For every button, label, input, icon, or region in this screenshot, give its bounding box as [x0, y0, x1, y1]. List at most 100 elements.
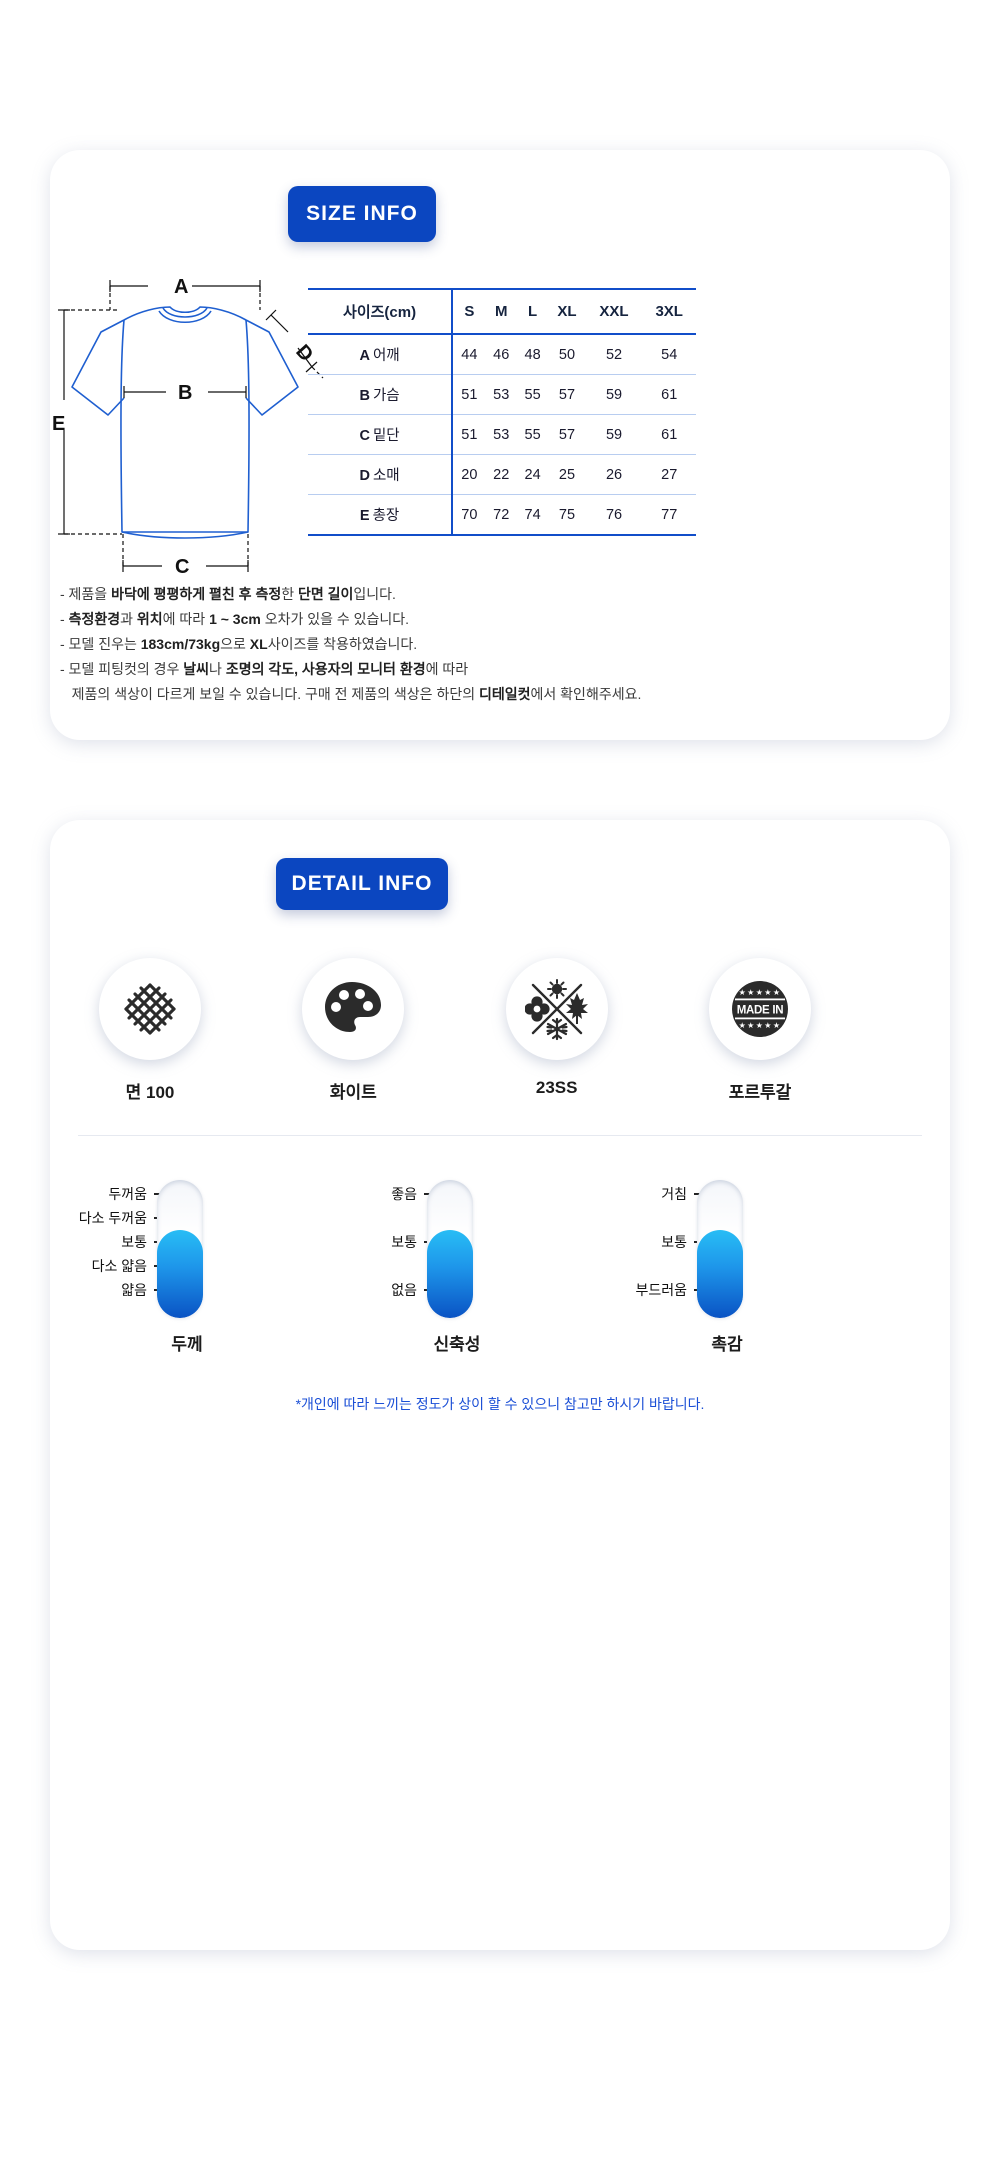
gauge-tick-text: 보통 — [391, 1234, 417, 1250]
diagram-label-c: C — [175, 556, 189, 578]
detail-icon-item-origin: ★★★★★ ★★★★★ MADE IN 포르투갈 — [685, 958, 835, 1103]
size-cell: 59 — [585, 414, 643, 455]
size-column-header: 3XL — [642, 288, 696, 335]
size-row-key: E — [359, 508, 370, 524]
size-row-label: B 가슴 — [308, 374, 454, 415]
size-cell: 51 — [452, 374, 486, 415]
size-cell: 20 — [452, 454, 486, 495]
size-note: - 측정환경과 위치에 따라 1 ~ 3cm 오차가 있을 수 있습니다. — [60, 611, 410, 627]
size-notes: - 제품을 바닥에 평평하게 펼친 후 측정한 단면 길이입니다. - 측정환경과… — [60, 582, 890, 707]
table-row: C 밑단 51 53 55 57 59 61 — [308, 414, 696, 455]
table-row: A 어깨 44 46 48 50 52 54 — [308, 334, 696, 375]
size-cell: 74 — [516, 494, 549, 536]
four-seasons-icon — [505, 958, 608, 1060]
detail-icon-label: 면 100 — [125, 1083, 175, 1102]
size-column-header: S — [452, 288, 486, 335]
detail-icon-label: 포르투갈 — [728, 1083, 792, 1102]
gauge-name: 신축성 — [433, 1335, 481, 1354]
size-row-key: D — [359, 468, 370, 484]
table-row: E 총장 70 72 74 75 76 77 — [308, 494, 696, 536]
detail-icon-row: 면 100 화이트 23SS ★★★★★ ★★★★★ MADE IN 포르투갈 — [75, 958, 835, 1103]
paint-palette-icon — [302, 958, 405, 1060]
size-note: - 제품을 바닥에 평평하게 펼친 후 측정한 단면 길이입니다. — [60, 586, 396, 602]
gauge-tube — [157, 1180, 203, 1318]
detail-icon-label: 23SS — [535, 1078, 578, 1097]
size-row-label: E 총장 — [308, 494, 454, 536]
gauge-tick-text: 다소 두꺼움 — [78, 1210, 147, 1226]
size-cell: 53 — [485, 374, 517, 415]
woven-fabric-icon — [99, 958, 201, 1060]
gauge-tick-text: 보통 — [121, 1234, 147, 1250]
size-info-badge: SIZE INFO — [288, 186, 436, 242]
size-row-name: 어깨 — [372, 348, 400, 364]
gauge-tick-text: 다소 얇음 — [91, 1258, 147, 1274]
size-cell: 55 — [516, 414, 549, 455]
size-cell: 53 — [485, 414, 517, 455]
gauge-tick-text: 거침 — [661, 1186, 687, 1202]
size-cell: 50 — [548, 334, 586, 375]
size-cell: 22 — [485, 454, 517, 495]
size-column-header: L — [516, 288, 549, 335]
detail-divider — [78, 1135, 922, 1136]
detail-icon-label: 화이트 — [329, 1083, 377, 1102]
size-cell: 48 — [516, 334, 549, 375]
detail-icon-item-season: 23SS — [482, 958, 632, 1103]
size-column-header: XL — [548, 288, 586, 335]
gauge-tick-text: 얇음 — [121, 1282, 147, 1298]
size-row-name: 총장 — [372, 508, 400, 524]
size-row-name: 밑단 — [372, 428, 400, 444]
gauge-fill — [427, 1229, 473, 1318]
size-cell: 27 — [642, 454, 696, 495]
made-in-text: MADE IN — [737, 1005, 783, 1017]
gauge-footnote: *개인에 따라 느끼는 정도가 상이 할 수 있으니 참고만 하시기 바랍니다. — [295, 1396, 705, 1412]
size-cell: 76 — [585, 494, 643, 536]
table-row: D 소매 20 22 24 25 26 27 — [308, 454, 696, 495]
detail-info-badge: DETAIL INFO — [276, 858, 448, 910]
size-cell: 44 — [452, 334, 486, 375]
size-table-head: 사이즈(cm) S M L XL XXL 3XL — [308, 288, 696, 335]
gauge-tick-text: 좋음 — [391, 1186, 417, 1202]
gauge-row: 두꺼움 다소 두꺼움 보통 다소 얇음 얇음 두께 좋음 보통 없음 신축성 거침 보통 부드러움 촉감 — [55, 1180, 845, 1355]
made-in-badge-icon: ★★★★★ ★★★★★ MADE IN — [708, 958, 811, 1060]
gauge-fill — [157, 1229, 203, 1318]
size-row-label: C 밑단 — [308, 414, 454, 455]
svg-text:★★★★★: ★★★★★ — [739, 988, 782, 997]
size-column-header: XXL — [585, 288, 643, 335]
size-table-corner-header: 사이즈(cm) — [308, 288, 454, 335]
gauge-tube — [427, 1180, 473, 1318]
size-note: - 모델 피팅컷의 경우 날씨나 조명의 각도, 사용자의 모니터 환경에 따라… — [60, 661, 642, 702]
gauge-2: 거침보통부드러움촉감 — [595, 1180, 845, 1355]
gauge-name: 촉감 — [711, 1335, 743, 1354]
size-cell: 24 — [516, 454, 549, 495]
size-cell: 70 — [452, 494, 486, 536]
gauge-tick-text: 없음 — [391, 1282, 417, 1298]
gauge-1: 좋음보통없음신축성 — [325, 1180, 575, 1355]
size-row-label: A 어깨 — [308, 334, 454, 375]
size-cell: 72 — [485, 494, 517, 536]
size-cell: 25 — [548, 454, 586, 495]
detail-icon-item-color: 화이트 — [278, 958, 428, 1103]
size-table-header-row: 사이즈(cm) S M L XL XXL 3XL — [308, 288, 696, 335]
gauge-tick-text: 보통 — [661, 1234, 687, 1250]
gauge-tick-text: 두꺼움 — [108, 1186, 147, 1202]
diagram-label-e: E — [52, 413, 65, 435]
table-row: B 가슴 51 53 55 57 59 61 — [308, 374, 696, 415]
size-column-header: M — [485, 288, 517, 335]
size-cell: 57 — [548, 414, 586, 455]
gauge-name: 두께 — [171, 1335, 203, 1354]
size-cell: 61 — [642, 374, 696, 415]
diagram-label-a: A — [174, 276, 188, 298]
gauge-tube — [697, 1180, 743, 1318]
svg-text:★★★★★: ★★★★★ — [739, 1021, 782, 1030]
size-cell: 55 — [516, 374, 549, 415]
size-row-key: B — [359, 388, 370, 404]
size-cell: 51 — [452, 414, 486, 455]
size-cell: 46 — [485, 334, 517, 375]
size-cell: 57 — [548, 374, 586, 415]
detail-icon-item-material: 면 100 — [75, 958, 225, 1103]
size-table: 사이즈(cm) S M L XL XXL 3XL A 어깨 44 46 48 50 52 54… — [308, 288, 696, 536]
gauge-fill — [697, 1229, 743, 1318]
gauge-0: 두꺼움다소 두꺼움보통다소 얇음얇음두께 — [55, 1180, 305, 1355]
diagram-label-b: B — [178, 382, 192, 404]
gauge-tick-text: 부드러움 — [635, 1282, 687, 1298]
